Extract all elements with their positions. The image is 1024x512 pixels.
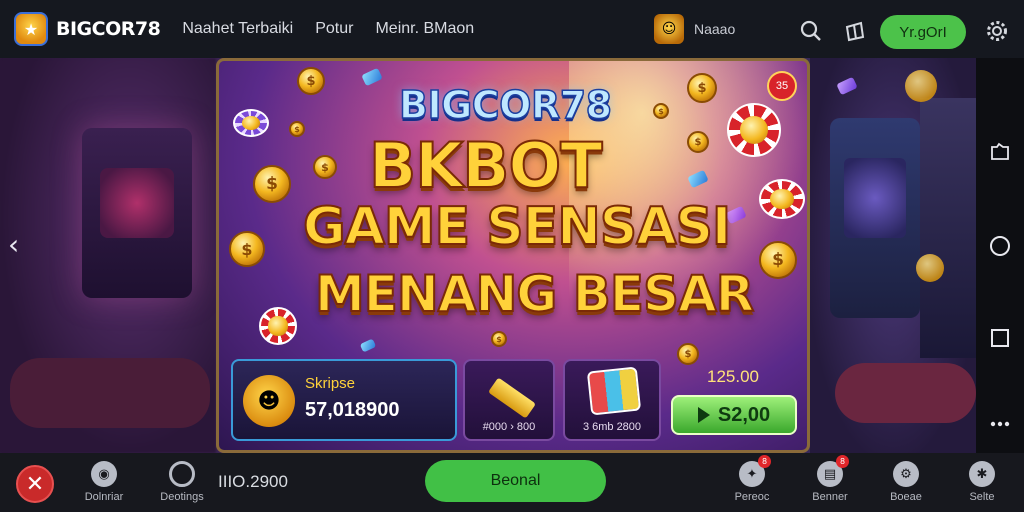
background-coin — [916, 254, 944, 282]
banner-headline-3: MENANG BESAR — [314, 264, 755, 324]
bottom-item-dolnriar[interactable]: ◉ Dolnriar — [74, 461, 134, 503]
background-coin — [905, 70, 937, 102]
system-nav-rail — [976, 58, 1024, 453]
top-bar: ★ BIGCOR78 Naahet Terbaiki Potur Meinr. … — [0, 0, 1024, 58]
bottom-item-pereoc[interactable]: ✦ 8 Pereoc — [722, 455, 782, 503]
bottom-bar: ✕ ◉ Dolnriar Deotings IIIO.2900 Beonal ✦… — [0, 453, 1024, 512]
cube-icon — [586, 366, 642, 416]
background-arcade-right-2 — [920, 98, 976, 358]
bottom-item-label: Selte — [969, 491, 995, 503]
background-sofa — [10, 358, 210, 428]
casino-chip-icon — [727, 103, 781, 157]
gift-card-icon[interactable] — [842, 18, 868, 44]
play-button[interactable]: S2,00 — [671, 395, 797, 435]
search-icon[interactable] — [798, 18, 824, 44]
recents-icon[interactable] — [988, 326, 1012, 350]
promo-banner[interactable]: $ $ $ $ $ $ $ $ $ $ $ 35 BIGCOR78 BKBOT … — [216, 58, 810, 453]
bottom-item-label: Deotings — [160, 491, 204, 503]
background-table — [835, 363, 976, 423]
banner-brand-title: BIGCOR78 — [398, 82, 613, 128]
logo-icon: ★ — [14, 12, 48, 46]
user-profile[interactable]: ☺ Naaao — [654, 14, 735, 44]
gift-icon: ◉ — [91, 461, 117, 487]
casino-chip-icon — [259, 307, 297, 345]
logo[interactable]: ★ BIGCOR78 — [14, 12, 161, 46]
prize-caption: #000 › 800 — [482, 421, 536, 433]
home-icon[interactable] — [988, 234, 1012, 258]
casino-chip-icon — [759, 179, 805, 219]
login-button[interactable]: Yr.gOrI — [880, 15, 966, 49]
gear-icon: ⚙ — [893, 461, 919, 487]
coin-icon: $ — [253, 165, 291, 203]
nav-item-terbaik[interactable]: Naahet Terbaiki — [182, 20, 293, 38]
nav-item-potur[interactable]: Potur — [315, 20, 353, 38]
bottom-item-deotings[interactable]: Deotings — [152, 461, 212, 503]
balance-display: IIIO.2900 — [218, 472, 288, 491]
target-icon — [169, 461, 195, 487]
jackpot-label: Skripse — [305, 375, 356, 392]
bottom-item-selte[interactable]: ✱ Selte — [952, 461, 1012, 503]
close-icon[interactable]: ✕ — [16, 465, 54, 503]
coin-icon: $ — [687, 131, 709, 153]
prize-card-gold-bar[interactable]: #000 › 800 — [463, 359, 555, 441]
deposit-button[interactable]: Beonal — [425, 460, 606, 502]
jackpot-card[interactable]: ☻ Skripse 57,018900 — [231, 359, 457, 441]
corner-badge: 35 — [767, 71, 797, 101]
gem-icon — [359, 338, 377, 353]
coin-icon: $ — [677, 343, 699, 365]
bottom-item-label: Boeae — [890, 491, 922, 503]
gem-icon — [361, 67, 383, 87]
notification-badge: 8 — [836, 455, 849, 468]
brand-name: BIGCOR78 — [56, 18, 161, 40]
coin-icon: $ — [313, 155, 337, 179]
coin-icon: $ — [297, 67, 325, 95]
chevron-left-icon[interactable]: ‹ — [8, 228, 19, 261]
play-icon — [697, 407, 710, 423]
bottom-item-label: Pereoc — [734, 491, 770, 503]
bottom-item-label: Dolnriar — [84, 491, 124, 503]
play-label: S2,00 — [717, 403, 771, 426]
coin-icon: $ — [491, 331, 507, 347]
mascot-icon: ☻ — [243, 375, 295, 427]
gold-bar-icon — [487, 377, 537, 419]
win-amount: 125.00 — [707, 367, 759, 386]
background-arcade-right — [830, 118, 920, 318]
ticket-icon: ▤ 8 — [817, 455, 849, 487]
notification-badge: 8 — [758, 455, 771, 468]
bottom-item-label: Benner — [812, 491, 848, 503]
banner-headline-1: BKBOT — [368, 128, 604, 203]
avatar: ☺ — [654, 14, 684, 44]
user-name: Naaao — [694, 21, 736, 37]
screenshot-icon[interactable] — [988, 140, 1012, 164]
banner-headline-2: GAME SENSASI — [302, 196, 732, 258]
prize-card-cube[interactable]: 3 6mb 2800 — [563, 359, 661, 441]
background-arcade-left — [82, 128, 192, 298]
settings-icon: ✱ — [969, 461, 995, 487]
coin-icon: $ — [289, 121, 305, 137]
nav-item-main[interactable]: Meinr. BMaon — [375, 20, 474, 38]
casino-chip-icon — [233, 109, 269, 137]
hero-stage: ‹ $ $ $ $ $ $ $ $ $ $ $ 35 BIGCOR78 BKBO… — [0, 58, 976, 453]
gear-icon[interactable] — [984, 18, 1010, 44]
app-root: ★ BIGCOR78 Naahet Terbaiki Potur Meinr. … — [0, 0, 1024, 512]
more-icon[interactable] — [988, 412, 1012, 436]
coin-icon: $ — [759, 241, 797, 279]
jackpot-value: 57,018900 — [305, 399, 400, 421]
bottom-item-boeae[interactable]: ⚙ Boeae — [876, 461, 936, 503]
coin-icon: $ — [229, 231, 265, 267]
coin-icon: $ — [653, 103, 669, 119]
bottom-item-benner[interactable]: ▤ 8 Benner — [800, 455, 860, 503]
main-nav: Naahet Terbaiki Potur Meinr. BMaon — [182, 20, 474, 38]
puzzle-icon: ✦ 8 — [739, 455, 771, 487]
coin-icon: $ — [687, 73, 717, 103]
prize-caption: 3 6mb 2800 — [582, 421, 642, 433]
